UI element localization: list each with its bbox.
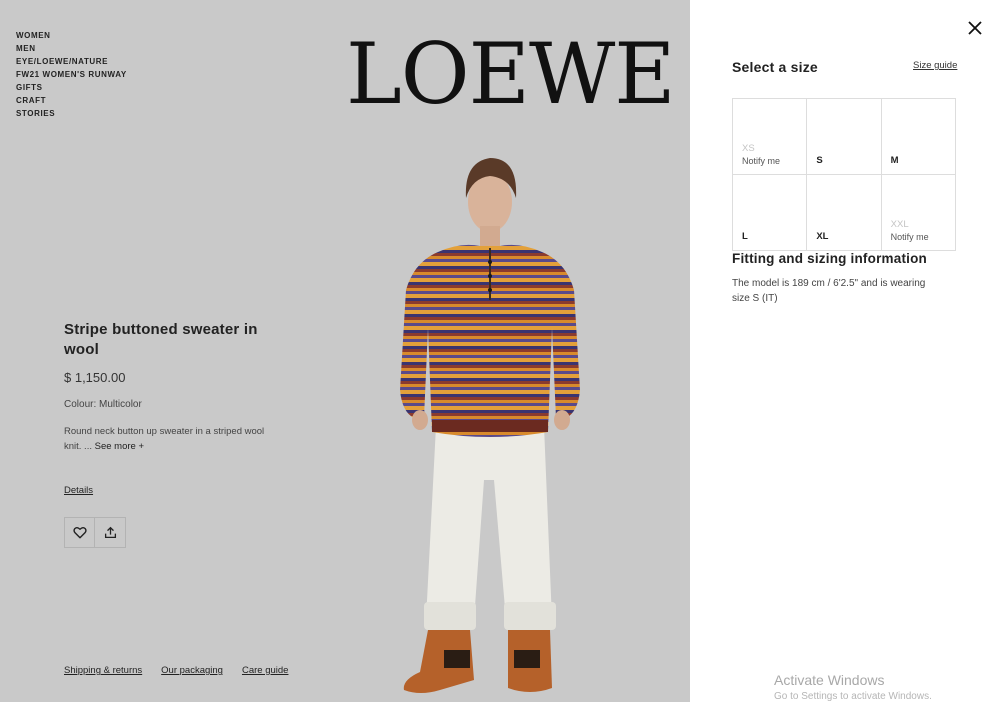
size-option-xs[interactable]: XS Notify me — [733, 99, 808, 175]
product-actions — [64, 517, 126, 548]
product-colour: Colour: Multicolor — [64, 399, 142, 410]
product-price: $ 1,150.00 — [64, 370, 126, 385]
our-packaging-link[interactable]: Our packaging — [161, 665, 223, 676]
nav-item-women[interactable]: WOMEN — [16, 29, 127, 42]
product-page: WOMEN MEN EYE/LOEWE/NATURE FW21 WOMEN'S … — [0, 0, 690, 702]
size-option-s[interactable]: S — [807, 99, 882, 175]
wishlist-button[interactable] — [64, 517, 95, 548]
see-more-link[interactable]: See more + — [95, 441, 144, 452]
size-label: XS — [742, 143, 755, 154]
share-icon — [104, 526, 116, 539]
share-button[interactable] — [95, 517, 126, 548]
size-option-m[interactable]: M — [881, 99, 956, 175]
product-model-image — [400, 158, 580, 693]
nav-item-fw21-runway[interactable]: FW21 WOMEN'S RUNWAY — [16, 68, 127, 81]
fitting-title: Fitting and sizing information — [732, 251, 927, 266]
footer-links: Shipping & returns Our packaging Care gu… — [64, 665, 288, 676]
size-label: M — [890, 155, 899, 166]
nav-item-eye-loewe-nature[interactable]: EYE/LOEWE/NATURE — [16, 55, 127, 68]
main-nav: WOMEN MEN EYE/LOEWE/NATURE FW21 WOMEN'S … — [16, 29, 127, 120]
size-label: XXL — [890, 219, 909, 230]
nav-item-stories[interactable]: STORIES — [16, 107, 127, 120]
size-guide-link[interactable]: Size guide — [913, 60, 957, 71]
nav-item-gifts[interactable]: GIFTS — [16, 81, 127, 94]
watermark-title: Activate Windows — [774, 672, 885, 688]
size-label: L — [742, 231, 748, 242]
product-info: Stripe buttoned sweater in wool $ 1,150.… — [64, 320, 284, 498]
size-option-xl[interactable]: XL — [807, 175, 882, 251]
watermark-subtitle: Go to Settings to activate Windows. — [774, 691, 932, 702]
size-grid: XS Notify me S M L XL XXL Notify me — [732, 98, 956, 251]
panel-title: Select a size — [732, 59, 818, 75]
product-title: Stripe buttoned sweater in wool — [64, 321, 258, 358]
fitting-text: The model is 189 cm / 6'2.5" and is wear… — [732, 278, 926, 304]
care-guide-link[interactable]: Care guide — [242, 665, 288, 676]
nav-item-men[interactable]: MEN — [16, 42, 127, 55]
product-description: Round neck button up sweater in a stripe… — [64, 424, 274, 454]
notify-me-label: Notify me — [742, 156, 781, 166]
shipping-returns-link[interactable]: Shipping & returns — [64, 665, 142, 676]
close-icon[interactable] — [967, 20, 983, 36]
notify-me-label: Notify me — [890, 232, 929, 242]
heart-icon — [72, 526, 87, 539]
brand-logo[interactable]: LOEWE — [346, 26, 676, 122]
size-option-xxl[interactable]: XXL Notify me — [881, 175, 956, 251]
size-option-l[interactable]: L — [733, 175, 808, 251]
size-label: XL — [816, 231, 829, 242]
nav-item-craft[interactable]: CRAFT — [16, 94, 127, 107]
size-selector-panel: Select a size Size guide XS Notify me S … — [690, 0, 1000, 702]
size-label: S — [816, 155, 823, 166]
details-link[interactable]: Details — [64, 485, 93, 496]
windows-activation-watermark: Activate Windows Go to Settings to activ… — [774, 672, 932, 702]
